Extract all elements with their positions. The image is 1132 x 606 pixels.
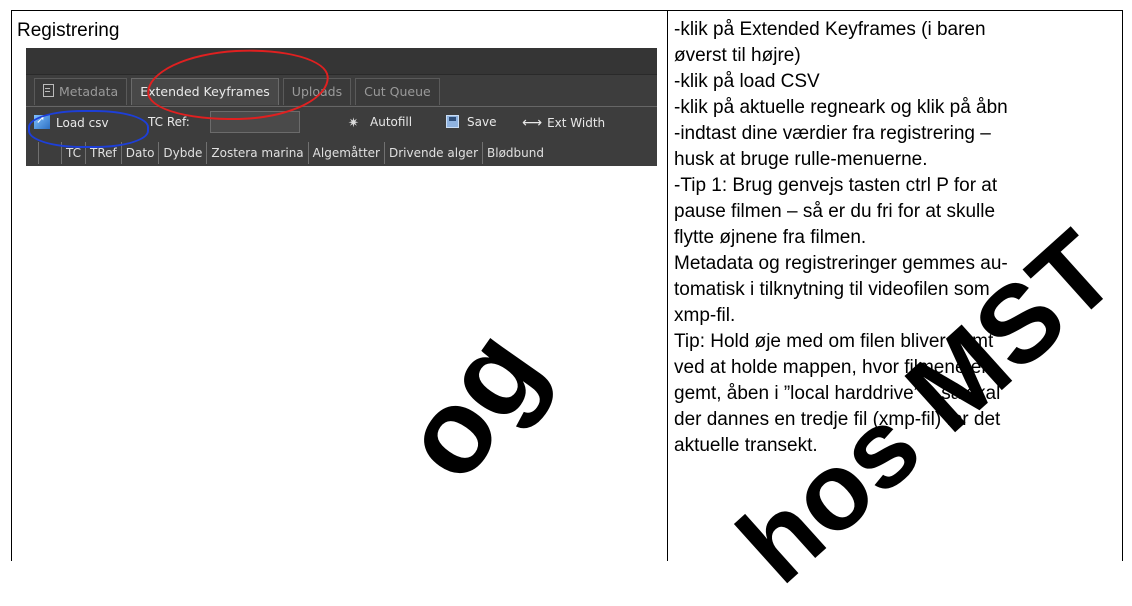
- tab-metadata[interactable]: Metadata: [34, 78, 128, 105]
- document-icon: [43, 84, 54, 97]
- tab-divider: [26, 106, 657, 107]
- tab-uploads[interactable]: Uploads: [282, 78, 352, 105]
- column-header[interactable]: TRef: [85, 142, 121, 164]
- column-header[interactable]: Dybde: [158, 142, 206, 164]
- tab-label: Uploads: [291, 84, 343, 99]
- tab-bar: Metadata Extended Keyframes Uploads Cut …: [34, 78, 444, 106]
- column-header[interactable]: Algemåtter: [307, 142, 384, 164]
- instruction-line: aktuelle transekt.: [674, 435, 818, 456]
- tab-label: Cut Queue: [364, 84, 431, 99]
- column-header[interactable]: Zostera marina: [206, 142, 307, 164]
- tab-cut-queue[interactable]: Cut Queue: [355, 78, 440, 105]
- toolbar: Load csv TC Ref: ✷ Autofill Save ⟷ Ext Wid…: [26, 108, 657, 138]
- column-spacer: [38, 142, 61, 164]
- instructions-text: -klik på Extended Keyframes (i baren øve…: [668, 11, 1122, 459]
- column-header[interactable]: Blødbund: [482, 142, 548, 164]
- autofill-button[interactable]: ✷ Autofill: [348, 115, 412, 131]
- column-header[interactable]: Dato: [120, 142, 159, 164]
- autofill-label: Autofill: [370, 115, 413, 129]
- top-bar: [26, 48, 657, 75]
- section-title: Registrering: [17, 20, 120, 41]
- tab-label: Metadata: [59, 84, 119, 99]
- save-icon: [446, 115, 459, 128]
- document-table: Registrering Metadata Extended Keyframes…: [11, 10, 1123, 561]
- load-csv-label: Load csv: [56, 116, 109, 130]
- instruction-line: gemt, åben i ”local harddrive” – så skal: [674, 383, 1001, 404]
- instruction-line: øverst til højre): [674, 45, 801, 66]
- tc-ref-label: TC Ref:: [148, 115, 190, 129]
- tc-ref-input[interactable]: [210, 111, 300, 133]
- software-screenshot: Metadata Extended Keyframes Uploads Cut …: [26, 48, 657, 166]
- instruction-line: -klik på load CSV: [674, 71, 820, 92]
- column-header[interactable]: TC: [61, 142, 85, 164]
- horizontal-arrows-icon: ⟷: [522, 115, 543, 131]
- instruction-line: der dannes en tredje fil (xmp-fil) for d…: [674, 409, 1001, 430]
- ext-width-button[interactable]: ⟷ Ext Width: [522, 115, 605, 131]
- instruction-line: -klik på Extended Keyframes (i baren: [674, 19, 986, 40]
- magic-wand-icon: ✷: [348, 116, 359, 131]
- instruction-line: Tip: Hold øje med om filen bliver gemt: [674, 331, 994, 352]
- instruction-line: pause filmen – så er du fri for at skull…: [674, 201, 996, 222]
- instruction-line: husk at bruge rulle-menuerne.: [674, 149, 928, 170]
- tab-extended-keyframes[interactable]: Extended Keyframes: [131, 78, 279, 105]
- instruction-line: -klik på aktuelle regneark og klik på åb…: [674, 97, 1008, 118]
- save-label: Save: [467, 115, 497, 129]
- instruction-line: xmp-fil.: [674, 305, 736, 326]
- instruction-line: ved at holde mappen, hvor filmene er: [674, 357, 988, 378]
- tab-label: Extended Keyframes: [140, 84, 270, 99]
- instruction-line: -Tip 1: Brug genvejs tasten ctrl P for a…: [674, 175, 998, 196]
- load-icon: [34, 113, 50, 129]
- instruction-line: Metadata og registreringer gemmes au-: [674, 253, 1008, 274]
- left-cell: Registrering Metadata Extended Keyframes…: [11, 10, 668, 561]
- instruction-line: flytte øjnene fra filmen.: [674, 227, 867, 248]
- instruction-line: -indtast dine værdier fra registrering –: [674, 123, 991, 144]
- load-csv-button[interactable]: Load csv: [34, 113, 109, 130]
- right-cell: -klik på Extended Keyframes (i baren øve…: [667, 10, 1123, 561]
- grid-header: TC TRef Dato Dybde Zostera marina Algemå…: [38, 142, 548, 166]
- instruction-line: tomatisk i tilknytning til videofilen so…: [674, 279, 990, 300]
- column-header[interactable]: Drivende alger: [383, 142, 482, 164]
- ext-width-label: Ext Width: [547, 116, 606, 130]
- save-button[interactable]: Save: [446, 115, 496, 129]
